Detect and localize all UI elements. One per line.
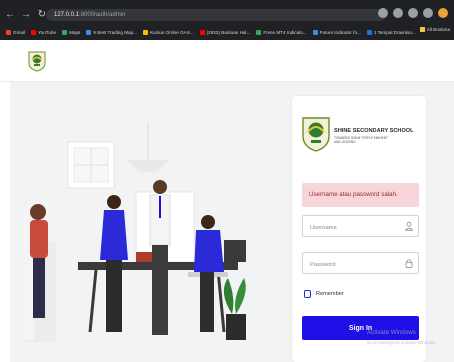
folder-icon bbox=[419, 27, 425, 32]
bookmark-favicon-icon bbox=[256, 30, 262, 35]
school-brand: SHINE SECONDARY SCHOOL TOWARDS SHINE TRI… bbox=[302, 116, 422, 166]
bookmark-favicon-icon bbox=[6, 30, 11, 35]
address-bar[interactable]: 127.0.0.1:8000/auth/admin bbox=[46, 9, 386, 21]
bookmark-label: YouTube bbox=[38, 30, 57, 35]
share-icon[interactable] bbox=[378, 8, 388, 18]
password-input[interactable] bbox=[303, 255, 398, 275]
bookmark-item[interactable]: YouTube bbox=[31, 30, 56, 35]
forward-icon[interactable]: → bbox=[20, 9, 32, 21]
remember-me: Remember bbox=[304, 290, 344, 298]
url-path: :8000/auth/admin bbox=[79, 12, 126, 18]
bookmark-favicon-icon bbox=[366, 30, 372, 35]
bookmark-favicon-icon bbox=[199, 30, 205, 35]
school-crest-icon bbox=[302, 117, 330, 152]
sign-in-button[interactable]: Sign In bbox=[302, 316, 419, 340]
all-bookmarks-label: All Bookma bbox=[426, 27, 450, 32]
bookmark-label: Forex MT4 Indicato... bbox=[263, 30, 307, 35]
lock-icon bbox=[405, 259, 413, 268]
bookmark-label: Future Indicator fo... bbox=[319, 30, 361, 35]
activate-windows-title: Activate Windows bbox=[367, 329, 416, 336]
username-field bbox=[302, 215, 419, 238]
bookmark-favicon-icon bbox=[62, 30, 68, 35]
remember-label: Remember bbox=[316, 291, 344, 297]
error-alert: Username atau password salah. bbox=[302, 183, 419, 207]
extension-icon[interactable] bbox=[408, 8, 418, 18]
username-input[interactable] bbox=[303, 218, 398, 238]
browser-extension-icons bbox=[378, 8, 448, 18]
team-illustration bbox=[20, 122, 246, 342]
bookmark-favicon-icon bbox=[142, 30, 148, 35]
site-header bbox=[0, 40, 454, 82]
url-host: 127.0.0.1 bbox=[54, 12, 80, 18]
back-icon[interactable]: ← bbox=[4, 9, 16, 21]
bookmark-item[interactable]: Future Indicator fo... bbox=[312, 30, 361, 35]
bookmark-favicon-icon bbox=[31, 30, 36, 35]
bookmark-item[interactable]: Kursus Online GAS... bbox=[142, 30, 194, 35]
bookmark-item[interactable]: Maps bbox=[62, 30, 80, 35]
profile-avatar-icon[interactable] bbox=[438, 8, 448, 18]
bookmark-label: 9 Best Trading Map... bbox=[93, 30, 137, 35]
browser-chrome: ← → ↻ 127.0.0.1:8000/auth/admin Gmail You… bbox=[0, 0, 454, 40]
remember-checkbox[interactable] bbox=[304, 290, 311, 298]
sidebar-icon[interactable] bbox=[423, 8, 433, 18]
bookmark-label: 1 Tempat Downloa... bbox=[373, 30, 416, 35]
bookmark-favicon-icon bbox=[86, 30, 92, 35]
password-field bbox=[302, 252, 419, 275]
bookmark-label: (2932) Bantuan Hid... bbox=[206, 30, 251, 35]
activate-windows-hint: Go to Settings to activate Windows. bbox=[367, 340, 437, 345]
bookmark-label: Maps bbox=[69, 30, 81, 35]
school-tagline-2: AND LEADING bbox=[334, 140, 356, 144]
bookmark-item[interactable]: 1 Tempat Downloa... bbox=[366, 30, 416, 35]
bookmark-label: Gmail bbox=[13, 30, 25, 35]
bookmark-favicon-icon bbox=[312, 30, 318, 35]
bookmark-label: Kursus Online GAS... bbox=[149, 30, 194, 35]
user-icon bbox=[404, 221, 414, 231]
bookmark-item[interactable]: 9 Best Trading Map... bbox=[86, 30, 137, 35]
bookmark-item[interactable]: Gmail bbox=[6, 30, 25, 35]
login-card: SHINE SECONDARY SCHOOL TOWARDS SHINE TRI… bbox=[292, 96, 426, 362]
school-name: SHINE SECONDARY SCHOOL bbox=[334, 128, 414, 134]
school-logo-icon[interactable] bbox=[28, 50, 46, 72]
all-bookmarks[interactable]: All Bookma bbox=[419, 27, 450, 32]
bookmark-item[interactable]: (2932) Bantuan Hid... bbox=[199, 30, 251, 35]
bookmarks-bar: Gmail YouTube Maps 9 Best Trading Map... Kur… bbox=[0, 27, 454, 38]
bookmark-item[interactable]: Forex MT4 Indicato... bbox=[256, 30, 307, 35]
bookmark-star-icon[interactable] bbox=[393, 8, 403, 18]
